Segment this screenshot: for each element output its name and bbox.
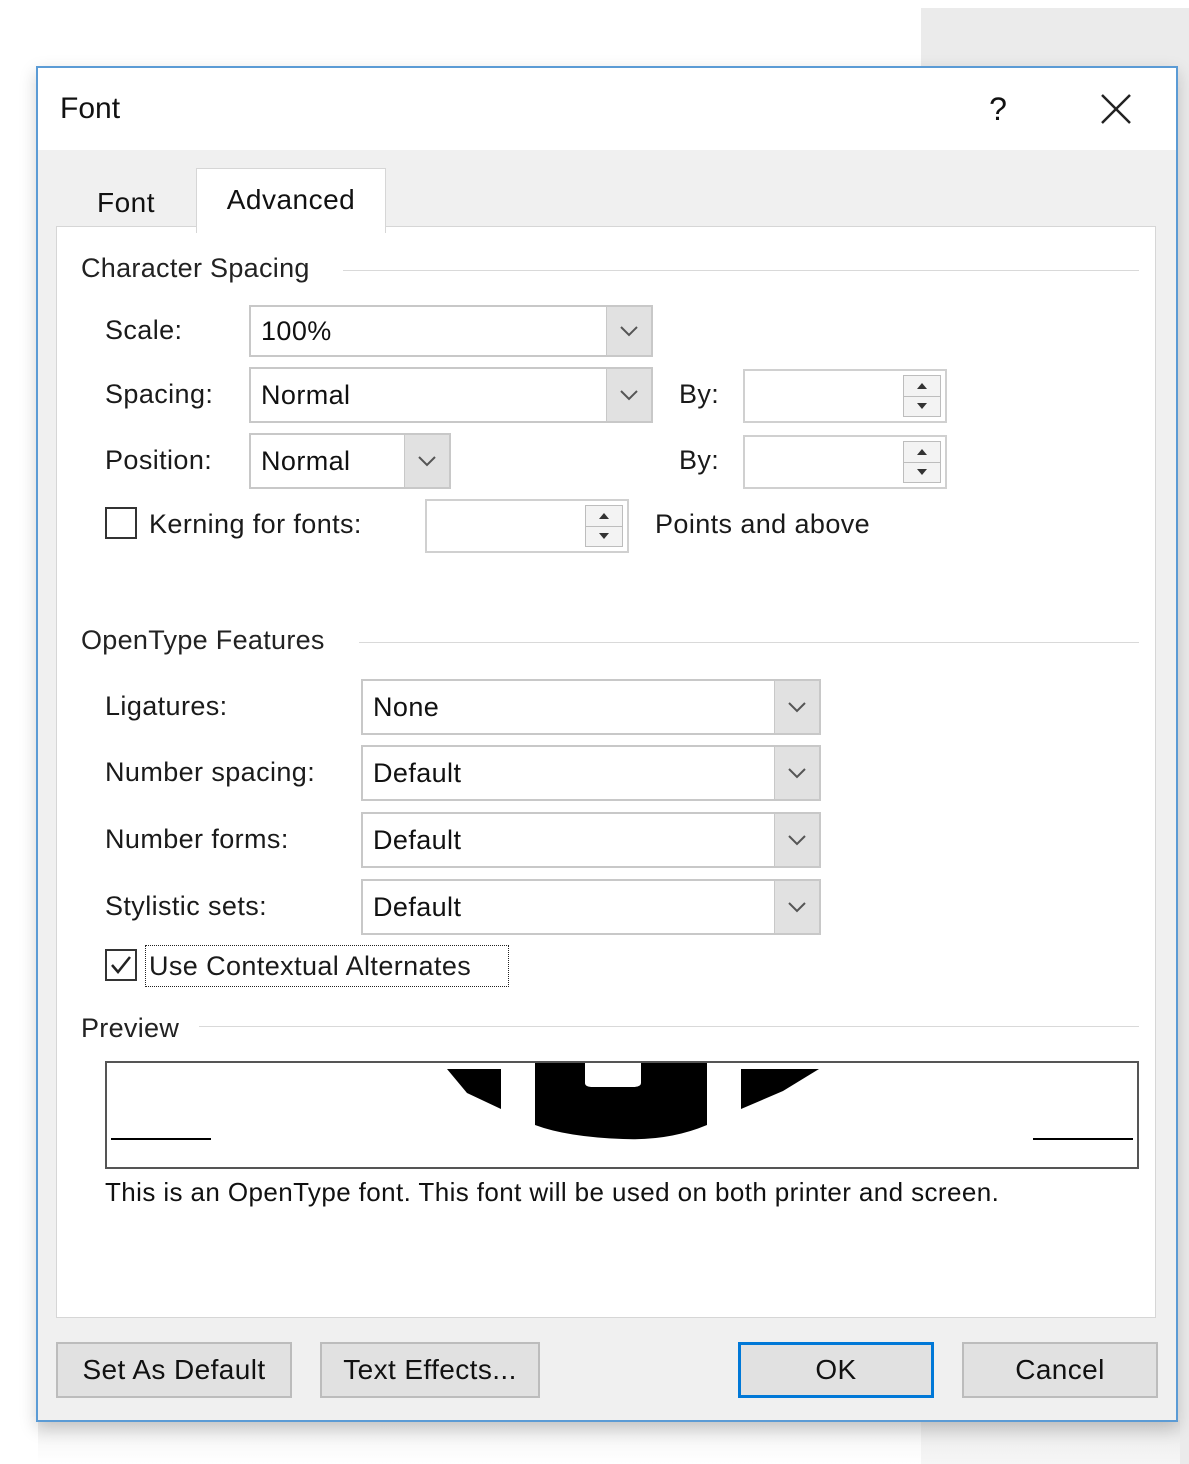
spacing-dropdown-button[interactable] (606, 369, 651, 421)
preview-sample-glyphs (111, 1063, 1133, 1140)
triangle-up-icon (917, 382, 927, 389)
chevron-down-icon (418, 456, 436, 467)
kerning-spinner[interactable] (425, 499, 629, 553)
scale-label: Scale: (105, 315, 183, 345)
advanced-panel: Character Spacing Scale: 100% Spacing: N… (56, 226, 1156, 1318)
character-spacing-divider (343, 270, 1139, 271)
triangle-up-icon (599, 512, 609, 519)
chevron-down-icon (788, 835, 806, 846)
opentype-divider (359, 642, 1139, 643)
kerning-suffix-label: Points and above (655, 509, 871, 539)
triangle-down-icon (917, 469, 927, 476)
stylistic-sets-combo[interactable]: Default (361, 879, 821, 935)
number-spacing-label: Number spacing: (105, 757, 316, 787)
spin-down-button[interactable] (904, 395, 940, 417)
font-dialog: Font ? Font Advanced Character Spacing S… (36, 66, 1178, 1422)
help-button[interactable]: ? (968, 76, 1028, 142)
number-forms-label: Number forms: (105, 824, 289, 854)
close-icon (1101, 94, 1131, 124)
spinner-buttons (585, 505, 623, 547)
contextual-alternates-label[interactable]: Use Contextual Alternates (149, 951, 471, 982)
number-forms-value: Default (373, 824, 462, 855)
chevron-down-icon (620, 326, 638, 337)
preview-divider (199, 1026, 1139, 1027)
preview-title: Preview (81, 1013, 180, 1043)
number-forms-dropdown-button[interactable] (774, 814, 819, 866)
spacing-by-spinner[interactable] (743, 369, 947, 423)
spacing-value: Normal (261, 379, 351, 410)
opentype-features-title: OpenType Features (81, 625, 325, 655)
spin-up-button[interactable] (904, 376, 940, 396)
ligatures-value: None (373, 691, 440, 722)
kerning-label: Kerning for fonts: (149, 509, 362, 539)
position-value: Normal (261, 445, 351, 476)
tab-advanced-label: Advanced (226, 184, 356, 215)
chevron-down-icon (788, 702, 806, 713)
triangle-down-icon (917, 403, 927, 410)
spin-up-button[interactable] (904, 442, 940, 462)
position-by-label: By: (679, 445, 720, 475)
contextual-alternates-checkbox[interactable] (105, 949, 137, 981)
spinner-buttons (903, 375, 941, 417)
spacing-label: Spacing: (105, 379, 214, 409)
scale-combo[interactable]: 100% (249, 305, 653, 357)
number-forms-combo[interactable]: Default (361, 812, 821, 868)
tab-font[interactable]: Font (60, 178, 192, 228)
ligatures-dropdown-button[interactable] (774, 681, 819, 733)
chevron-down-icon (620, 390, 638, 401)
triangle-up-icon (917, 448, 927, 455)
checkmark-icon (111, 956, 131, 974)
kerning-checkbox[interactable] (105, 507, 137, 539)
stylistic-sets-value: Default (373, 891, 462, 922)
chevron-down-icon (788, 768, 806, 779)
background-top (921, 0, 1189, 8)
position-dropdown-button[interactable] (404, 435, 449, 487)
spacing-combo[interactable]: Normal (249, 367, 653, 423)
tab-font-label: Font (96, 187, 156, 218)
preview-box (105, 1061, 1139, 1169)
ok-button[interactable]: OK (738, 1342, 934, 1398)
number-spacing-combo[interactable]: Default (361, 745, 821, 801)
position-label: Position: (105, 445, 213, 475)
spinner-buttons (903, 441, 941, 483)
tab-advanced[interactable]: Advanced (196, 168, 386, 233)
position-by-spinner[interactable] (743, 435, 947, 489)
title-bar: Font ? (38, 68, 1176, 150)
text-effects-button[interactable]: Text Effects... (320, 1342, 540, 1398)
cancel-button[interactable]: Cancel (962, 1342, 1158, 1398)
ligatures-combo[interactable]: None (361, 679, 821, 735)
scale-value: 100% (261, 315, 332, 346)
position-combo[interactable]: Normal (249, 433, 451, 489)
close-button[interactable] (1084, 76, 1148, 142)
spacing-by-label: By: (679, 379, 720, 409)
number-spacing-dropdown-button[interactable] (774, 747, 819, 799)
number-spacing-value: Default (373, 757, 462, 788)
spin-down-button[interactable] (586, 525, 622, 547)
chevron-down-icon (788, 902, 806, 913)
spin-down-button[interactable] (904, 461, 940, 483)
triangle-down-icon (599, 533, 609, 540)
set-as-default-button[interactable]: Set As Default (56, 1342, 292, 1398)
dialog-shadow (38, 1420, 1180, 1464)
scale-dropdown-button[interactable] (606, 307, 651, 355)
spin-up-button[interactable] (586, 506, 622, 526)
preview-note: This is an OpenType font. This font will… (105, 1177, 1000, 1207)
dialog-title: Font (60, 92, 121, 125)
stylistic-sets-dropdown-button[interactable] (774, 881, 819, 933)
stylistic-sets-label: Stylistic sets: (105, 891, 268, 921)
ligatures-label: Ligatures: (105, 691, 228, 721)
character-spacing-title: Character Spacing (81, 253, 310, 283)
